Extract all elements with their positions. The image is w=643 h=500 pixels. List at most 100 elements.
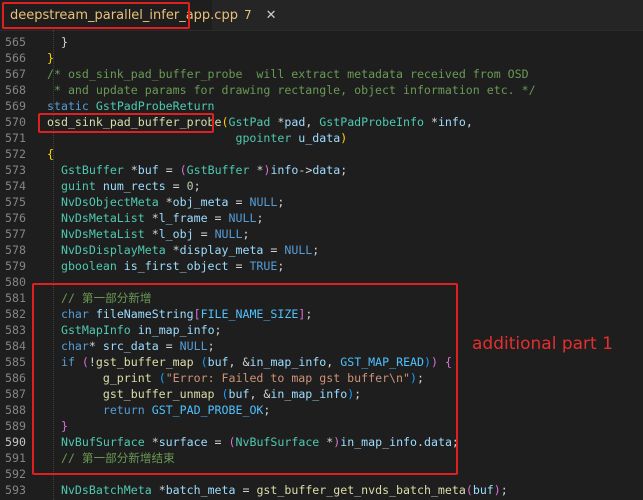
code-token: ; bbox=[277, 259, 285, 273]
code-line[interactable]: 575 NvDsObjectMeta *obj_meta = NULL; bbox=[0, 194, 643, 210]
code-token: * bbox=[249, 163, 264, 177]
line-number: 591 bbox=[5, 451, 26, 465]
line-number: 590 bbox=[5, 435, 26, 449]
code-token: ( bbox=[465, 483, 473, 497]
highlight-box-additional-part bbox=[32, 283, 458, 475]
code-token: = bbox=[235, 483, 257, 497]
code-token: * bbox=[158, 195, 173, 209]
code-token: ; bbox=[256, 211, 264, 225]
code-token: ( bbox=[179, 163, 187, 177]
code-token: = bbox=[228, 259, 250, 273]
code-line[interactable]: 578 NvDsDisplayMeta *display_meta = NULL… bbox=[0, 242, 643, 258]
code-text: NvDsMetaList *l_obj = NULL; bbox=[47, 226, 250, 242]
code-token: ; bbox=[340, 163, 348, 177]
code-token: ; bbox=[193, 179, 201, 193]
code-token: NULL bbox=[228, 211, 257, 225]
code-line[interactable]: 566} bbox=[0, 50, 643, 66]
line-number: 577 bbox=[5, 227, 26, 241]
tab-close-icon[interactable]: ✕ bbox=[266, 8, 277, 23]
line-number: 593 bbox=[5, 483, 26, 497]
code-token: NvDsMetaList bbox=[60, 227, 145, 241]
line-number: 582 bbox=[5, 307, 26, 321]
code-token: = bbox=[228, 195, 250, 209]
line-number: 585 bbox=[5, 355, 26, 369]
line-number: 570 bbox=[5, 115, 26, 129]
line-number: 575 bbox=[5, 195, 26, 209]
code-token: ; bbox=[242, 227, 250, 241]
code-token: * bbox=[144, 227, 159, 241]
code-token: * bbox=[123, 163, 138, 177]
code-token: NULL bbox=[214, 227, 243, 241]
code-line[interactable]: 576 NvDsMetaList *l_frame = NULL; bbox=[0, 210, 643, 226]
code-text: } bbox=[47, 34, 68, 50]
code-text: GstBuffer *buf = (GstBuffer *)info->data… bbox=[47, 162, 347, 178]
code-token: * bbox=[423, 115, 438, 129]
code-text: NvDsDisplayMeta *display_meta = NULL; bbox=[47, 242, 319, 258]
code-line[interactable]: 572 { bbox=[0, 146, 643, 162]
code-text: guint num_rects = 0; bbox=[47, 178, 201, 194]
code-token: info bbox=[437, 115, 466, 129]
line-number: 583 bbox=[5, 323, 26, 337]
code-line[interactable]: 577 NvDsMetaList *l_obj = NULL; bbox=[0, 226, 643, 242]
code-line[interactable]: 565 } bbox=[0, 34, 643, 50]
code-token: /* osd_sink_pad_buffer_probe will extrac… bbox=[47, 67, 529, 81]
code-token: NULL bbox=[249, 195, 278, 209]
highlight-box-tab bbox=[2, 2, 190, 29]
code-token: * bbox=[151, 483, 166, 497]
line-number: 574 bbox=[5, 179, 26, 193]
line-number: 573 bbox=[5, 163, 26, 177]
code-token: guint bbox=[60, 179, 96, 193]
code-line[interactable]: 593 NvDsBatchMeta *batch_meta = gst_buff… bbox=[0, 482, 643, 498]
code-token: ; bbox=[277, 195, 285, 209]
code-token: ; bbox=[500, 483, 508, 497]
code-token: { bbox=[47, 147, 54, 161]
code-text: static GstPadProbeReturn bbox=[47, 98, 215, 114]
code-text: NvDsBatchMeta *batch_meta = gst_buffer_g… bbox=[47, 482, 508, 498]
code-text: } bbox=[47, 50, 54, 66]
line-number: 576 bbox=[5, 211, 26, 225]
code-token: GstPadProbeInfo bbox=[319, 115, 424, 129]
code-token: static bbox=[47, 99, 96, 113]
code-token: l_obj bbox=[158, 227, 194, 241]
code-token: GstPadProbeReturn bbox=[95, 99, 215, 113]
code-line[interactable]: 567 /* osd_sink_pad_buffer_probe will ext… bbox=[0, 66, 643, 82]
line-number: 565 bbox=[5, 35, 26, 49]
tab-problem-count: 7 bbox=[243, 8, 252, 22]
code-token: info bbox=[270, 163, 299, 177]
code-token: batch_meta bbox=[165, 483, 236, 497]
code-token: * bbox=[270, 115, 285, 129]
code-line[interactable]: 579 gboolean is_first_object = TRUE; bbox=[0, 258, 643, 274]
code-line[interactable]: 573 GstBuffer *buf = (GstBuffer *)info->… bbox=[0, 162, 643, 178]
line-number: 581 bbox=[5, 291, 26, 305]
code-token: u_data bbox=[298, 131, 341, 145]
code-text: gboolean is_first_object = TRUE; bbox=[47, 258, 284, 274]
code-token: num_rects bbox=[102, 179, 166, 193]
line-number: 572 bbox=[5, 147, 26, 161]
code-text: /* osd_sink_pad_buffer_probe will extrac… bbox=[47, 66, 529, 82]
line-number: 566 bbox=[5, 51, 26, 65]
line-number: 580 bbox=[5, 275, 26, 289]
code-text: NvDsMetaList *l_frame = NULL; bbox=[47, 210, 263, 226]
code-token: NvDsBatchMeta bbox=[60, 483, 152, 497]
line-number: 592 bbox=[5, 467, 26, 481]
highlight-box-function-name bbox=[38, 113, 214, 133]
code-token: ) bbox=[493, 483, 501, 497]
code-token: TRUE bbox=[249, 259, 278, 273]
code-token: = bbox=[207, 211, 229, 225]
code-token: buf bbox=[472, 483, 494, 497]
code-line[interactable]: 568 * and update params for drawing rect… bbox=[0, 82, 643, 98]
code-token: } bbox=[47, 35, 68, 49]
code-text: { bbox=[47, 146, 54, 162]
code-line[interactable]: 574 guint num_rects = 0; bbox=[0, 178, 643, 194]
line-number: 589 bbox=[5, 419, 26, 433]
line-number: 584 bbox=[5, 339, 26, 353]
code-line[interactable]: 569 static GstPadProbeReturn bbox=[0, 98, 643, 114]
